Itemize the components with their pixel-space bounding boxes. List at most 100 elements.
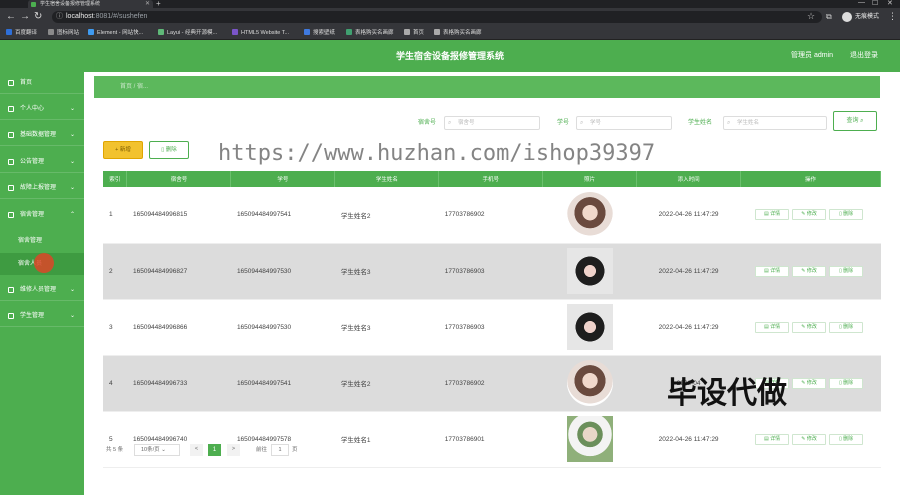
search-input-student-no[interactable]: ⌕ 学号 (576, 116, 672, 130)
delete-button[interactable]: ▯ 删除 (829, 265, 864, 277)
edit-button[interactable]: ✎ 修改 (792, 265, 827, 277)
table-cell-index: 5 (103, 411, 127, 468)
bookmark-item[interactable]: 表格购买名画廊 (346, 28, 394, 38)
bookmark-favicon-icon (232, 29, 238, 35)
sidebar-item-home[interactable]: 首页 (0, 72, 84, 94)
bookmark-label: Element - 网站快... (97, 30, 144, 36)
table-cell-index: 4 (103, 355, 127, 412)
student-photo[interactable] (566, 248, 613, 294)
delete-button[interactable]: ▯ 删除 (829, 321, 864, 333)
browser-tab[interactable]: 学生宿舍设备报修管理系统 ✕ (28, 0, 153, 8)
page-size-select[interactable]: 10条/页 ⌄ (134, 444, 180, 456)
query-button[interactable]: 查询 ⌕ (833, 111, 877, 131)
maximize-icon[interactable]: ☐ (872, 0, 878, 7)
tab-close-icon[interactable]: ✕ (145, 0, 150, 8)
bookmark-item[interactable]: 图标网站 (48, 28, 79, 38)
student-photo[interactable] (566, 191, 613, 238)
student-photo[interactable] (566, 360, 613, 406)
sidebar-item-label: 公告管理 (20, 159, 45, 165)
sidebar-item-base-data[interactable]: 基础数据管理 ⌄ (0, 124, 84, 146)
sidebar-item-fault-report[interactable]: 故障上报管理 ⌄ (0, 177, 84, 199)
edit-button[interactable]: ✎ 修改 (792, 209, 827, 221)
bookmark-favicon-icon (346, 29, 352, 35)
bookmark-item[interactable]: 表格购买名画廊 (434, 28, 482, 38)
close-window-icon[interactable]: ✕ (887, 0, 893, 7)
query-button-label: 查询 (846, 118, 859, 124)
table-cell-time: 2022-04-26 11:47:29 (636, 299, 741, 356)
edit-button-label: 修改 (806, 379, 817, 386)
address-bar[interactable]: ⓘ localhost:8081/#/sushefen (52, 11, 822, 23)
table-cell-time: 2022-04-26 11:47:29 (636, 243, 741, 300)
table-cell-photo (542, 411, 637, 468)
avatar[interactable] (842, 12, 852, 22)
delete-button[interactable]: ▯ 删除 (829, 377, 864, 389)
edit-button[interactable]: ✎ 修改 (792, 433, 827, 445)
minimize-icon[interactable]: — (858, 0, 865, 6)
table-cell-dorm-no: 165094484996733 (126, 355, 231, 412)
sidebar-subitem-label: 宿舍管理 (18, 238, 43, 244)
forward-icon[interactable]: → (20, 11, 30, 23)
delete-button-label: 删除 (843, 323, 854, 330)
page-size-value: 10条/页 (141, 447, 160, 453)
sidebar-item-profile[interactable]: 个人中心 ⌄ (0, 98, 84, 120)
sidebar-item-students[interactable]: 学生管理 ⌄ (0, 305, 84, 327)
table-row[interactable]: 5 165094484996740 165094484997578 学生姓名1 1770… (103, 411, 881, 468)
extensions-icon[interactable]: ⧉ (826, 12, 832, 22)
bookmark-item[interactable]: Element - 网站快... (88, 28, 143, 38)
prev-page-button[interactable]: < (190, 444, 203, 456)
sidebar-item-notices[interactable]: 公告管理 ⌄ (0, 151, 84, 173)
info-icon[interactable]: ⓘ (56, 11, 63, 23)
bookmark-item[interactable]: 搜索壁纸 (304, 28, 335, 38)
goto-page-input[interactable]: 1 (271, 444, 289, 456)
search-input-student-name[interactable]: ⌕ 学生姓名 (723, 116, 827, 130)
detail-button[interactable]: ▤ 详情 (755, 321, 790, 333)
sidebar-item-repairers[interactable]: 维修人员管理 ⌄ (0, 279, 84, 301)
student-photo[interactable] (566, 416, 613, 462)
detail-button[interactable]: ▤ 详情 (755, 265, 790, 277)
table-header-row: 索引 宿舍号 学号 学生姓名 手机号 照片 添入时间 操作 (103, 171, 881, 187)
browser-menu-icon[interactable]: ⋮ (888, 11, 897, 22)
watermark-url: https://www.huzhan.com/ishop39397 (218, 141, 656, 166)
delete-button[interactable]: ▯ 删除 (829, 209, 864, 221)
detail-button[interactable]: ▤ 详情 (755, 209, 790, 221)
bookmark-item[interactable]: 百度翻译 (6, 28, 37, 38)
table-row[interactable]: 3 165094484996866 165094484997530 学生姓名3 1770… (103, 299, 881, 356)
table-row[interactable]: 2 165094484996827 165094484997530 学生姓名3 1770… (103, 243, 881, 300)
table-cell-phone: 17703786902 (438, 355, 543, 412)
browser-titlebar: 学生宿舍设备报修管理系统 ✕ + — ☐ ✕ (0, 0, 900, 8)
page-1-button[interactable]: 1 (208, 444, 221, 456)
new-tab-icon[interactable]: + (156, 0, 161, 8)
edit-button-label: 修改 (806, 435, 817, 442)
bookmark-star-icon[interactable]: ☆ (807, 11, 815, 22)
home-icon (8, 80, 14, 86)
edit-button[interactable]: ✎ 修改 (792, 377, 827, 389)
edit-button[interactable]: ✎ 修改 (792, 321, 827, 333)
delete-button[interactable]: ▯ 删除 (829, 433, 864, 445)
batch-delete-button[interactable]: ▯ 删除 (149, 141, 189, 159)
incognito-label: 无痕模式 (855, 14, 880, 20)
table-cell-time: 2022-04-26 11:47:29 (636, 411, 741, 468)
next-page-button[interactable]: > (227, 444, 240, 456)
back-icon[interactable]: ← (6, 11, 16, 23)
table-cell-student-no: 165094484997541 (230, 355, 335, 412)
sidebar-item-dorm[interactable]: 宿舍管理 ⌃ (0, 204, 84, 226)
table-cell-name: 学生姓名3 (334, 299, 439, 356)
delete-button-label: 删除 (843, 379, 854, 386)
detail-button[interactable]: ▤ 详情 (755, 433, 790, 445)
table-row[interactable]: 1 165094484996815 165094484997541 学生姓名2 1770… (103, 187, 881, 244)
reload-icon[interactable]: ↻ (34, 11, 42, 23)
search-input-dorm[interactable]: ⌕ 宿舍号 (444, 116, 540, 130)
bookmarks-bar: 百度翻译 图标网站 Element - 网站快... Layui - 经典开源模...… (0, 26, 900, 40)
add-button[interactable]: + 新增 (103, 141, 143, 159)
sidebar-subitem-dorm-manage[interactable]: 宿舍管理 (0, 230, 84, 252)
edit-button-label: 修改 (806, 211, 817, 218)
sidebar-item-label: 故障上报管理 (20, 185, 57, 191)
bookmark-item[interactable]: Layui - 经典开源模... (158, 28, 217, 38)
search-label-student-name: 学生姓名 (688, 120, 713, 126)
bookmark-item[interactable]: 首页 (404, 28, 424, 38)
student-photo[interactable] (566, 304, 613, 350)
table-cell-phone: 17703786903 (438, 299, 543, 356)
bookmark-item[interactable]: HTML5 Website T... (232, 28, 289, 38)
logout-link[interactable]: 退出登录 (850, 40, 878, 72)
column-header: 宿舍号 (126, 171, 232, 187)
